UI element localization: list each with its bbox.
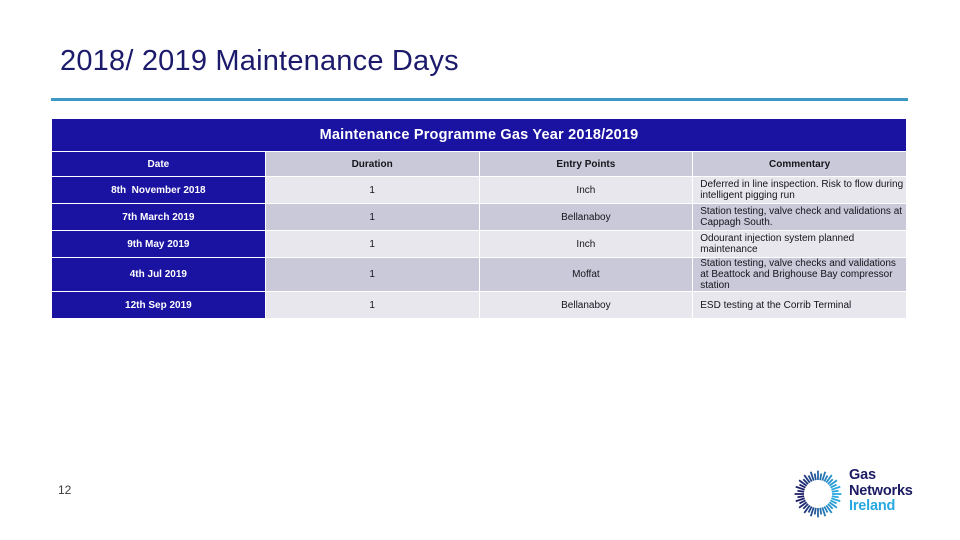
- cell-duration: 1: [265, 177, 479, 203]
- table-row: 9th May 2019 1 Inch Odourant injection s…: [52, 231, 906, 257]
- cell-duration: 1: [265, 204, 479, 230]
- column-header-duration: Duration: [265, 152, 479, 176]
- table-banner-title: Maintenance Programme Gas Year 2018/2019: [52, 119, 906, 151]
- logo: Gas Networks Ireland: [792, 466, 917, 522]
- table-row: 12th Sep 2019 1 Bellanaboy ESD testing a…: [52, 292, 906, 318]
- cell-entry-points: Bellanaboy: [479, 292, 693, 318]
- logo-line-gas: Gas: [849, 467, 876, 483]
- maintenance-table: Maintenance Programme Gas Year 2018/2019…: [51, 118, 907, 319]
- column-header-date: Date: [52, 152, 265, 176]
- cell-commentary: Station testing, valve checks and valida…: [693, 258, 906, 291]
- logo-line-ireland: Ireland: [849, 498, 896, 514]
- table-banner-row: Maintenance Programme Gas Year 2018/2019: [52, 119, 906, 151]
- cell-date: 9th May 2019: [52, 231, 265, 257]
- cell-entry-points: Bellanaboy: [479, 204, 693, 230]
- logo-wordmark: Gas Networks Ireland: [849, 467, 913, 515]
- cell-entry-points: Moffat: [479, 258, 693, 291]
- cell-commentary: Station testing, valve check and validat…: [693, 204, 906, 230]
- table-header-row: Date Duration Entry Points Commentary: [52, 152, 906, 176]
- cell-duration: 1: [265, 258, 479, 291]
- cell-date: 7th March 2019: [52, 204, 265, 230]
- radial-burst-ring-icon: [794, 470, 842, 518]
- table-row: 4th Jul 2019 1 Moffat Station testing, v…: [52, 258, 906, 291]
- cell-commentary: ESD testing at the Corrib Terminal: [693, 292, 906, 318]
- cell-entry-points: Inch: [479, 177, 693, 203]
- cell-date: 12th Sep 2019: [52, 292, 265, 318]
- table-row: 8th November 2018 1 Inch Deferred in lin…: [52, 177, 906, 203]
- cell-duration: 1: [265, 231, 479, 257]
- maintenance-table-container: Maintenance Programme Gas Year 2018/2019…: [51, 118, 907, 319]
- title-divider: [51, 98, 908, 101]
- cell-duration: 1: [265, 292, 479, 318]
- cell-commentary: Deferred in line inspection. Risk to flo…: [693, 177, 906, 203]
- column-header-entry-points: Entry Points: [479, 152, 693, 176]
- cell-commentary: Odourant injection system planned mainte…: [693, 231, 906, 257]
- page-title: 2018/ 2019 Maintenance Days: [60, 45, 459, 77]
- column-header-commentary: Commentary: [693, 152, 906, 176]
- cell-date: 8th November 2018: [52, 177, 265, 203]
- table-row: 7th March 2019 1 Bellanaboy Station test…: [52, 204, 906, 230]
- cell-date: 4th Jul 2019: [52, 258, 265, 291]
- logo-line-networks: Networks: [849, 482, 913, 499]
- cell-entry-points: Inch: [479, 231, 693, 257]
- page-number: 12: [58, 483, 72, 497]
